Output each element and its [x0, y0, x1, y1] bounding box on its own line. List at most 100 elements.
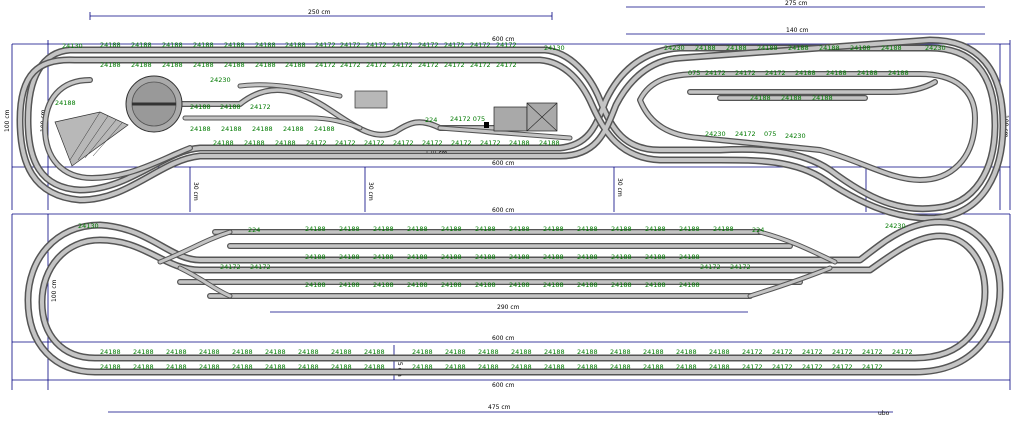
label-piece: 24188 — [676, 363, 697, 371]
label-piece: 24188 — [220, 103, 241, 111]
label-piece: 24188 — [193, 61, 214, 69]
label-piece: 24188 — [881, 44, 902, 52]
label-piece: 24188 — [252, 125, 273, 133]
label-piece: 24188 — [543, 253, 564, 261]
label-piece: 24188 — [812, 94, 833, 102]
label-piece: 24172 — [306, 139, 327, 147]
label-piece: 24188 — [232, 363, 253, 371]
label-piece: 24188 — [305, 253, 326, 261]
label-piece: 24172 — [422, 139, 443, 147]
label-piece: 24172 — [742, 348, 763, 356]
dim-upper-bottom-width: 600 cm — [492, 160, 515, 167]
label-piece: 24188 — [364, 348, 385, 356]
label-piece: 24188 — [695, 44, 716, 52]
dim-lower-bottom-width: 600 cm — [492, 335, 515, 342]
label-piece: 24188 — [407, 253, 428, 261]
label-piece: 24188 — [131, 61, 152, 69]
label-piece: 24188 — [543, 225, 564, 233]
label-piece: 24172 — [705, 69, 726, 77]
label-piece: 24172 — [832, 363, 853, 371]
label-piece: 24188 — [298, 363, 319, 371]
label-piece: 24172 — [393, 139, 414, 147]
label-piece: 24188 — [285, 61, 306, 69]
label-piece: 24188 — [131, 41, 152, 49]
label-piece: 24130 — [62, 42, 83, 50]
label-piece: 24172 — [392, 41, 413, 49]
label-piece: 24130 — [544, 44, 565, 52]
label-piece: 24188 — [781, 94, 802, 102]
label-piece: 24172 — [470, 61, 491, 69]
label-piece: 24188 — [577, 363, 598, 371]
dim-lower-base-width: 475 cm — [488, 404, 511, 411]
label-piece: 24172 — [392, 61, 413, 69]
label-piece: 24188 — [133, 348, 154, 356]
label-piece: 24188 — [643, 363, 664, 371]
label-piece: 075 — [764, 130, 776, 138]
dim-right-inner-width: 140 cm — [786, 27, 809, 34]
label-piece: 24188 — [199, 348, 220, 356]
label-piece: 24188 — [199, 363, 220, 371]
label-piece: 24230 — [705, 130, 726, 138]
label-piece: 24188 — [676, 348, 697, 356]
label-piece: 24188 — [283, 125, 304, 133]
label-piece: 24188 — [509, 253, 530, 261]
label-piece: 24188 — [850, 44, 871, 52]
label-piece: 24188 — [610, 363, 631, 371]
label-piece: 24172 — [220, 263, 241, 271]
label-piece: 24188 — [509, 281, 530, 289]
dim-upper-height-left: 100 cm — [4, 109, 11, 132]
label-piece: 24188 — [645, 225, 666, 233]
label-piece: 24188 — [611, 281, 632, 289]
label-piece: 24172 — [418, 61, 439, 69]
label-piece: 24188 — [475, 281, 496, 289]
label-piece: 24188 — [100, 363, 121, 371]
label-piece: 24188 — [441, 225, 462, 233]
label-piece: 24230 — [210, 76, 231, 84]
label-piece: 24188 — [709, 363, 730, 371]
label-piece: 24172 — [340, 61, 361, 69]
label-piece: 24188 — [888, 69, 909, 77]
label-piece: 24188 — [445, 363, 466, 371]
label-piece: 24172 — [340, 41, 361, 49]
label-piece: 24188 — [339, 225, 360, 233]
label-piece: 24188 — [795, 69, 816, 77]
label-piece: 24188 — [244, 139, 265, 147]
label-piece: 24188 — [511, 348, 532, 356]
label-piece: 24172 — [772, 363, 793, 371]
label-piece: 24188 — [475, 225, 496, 233]
label-piece: 24188 — [166, 363, 187, 371]
label-piece: 24188 — [645, 281, 666, 289]
label-piece: 24188 — [265, 363, 286, 371]
label-piece: 24172 — [335, 139, 356, 147]
label-piece: 24188 — [643, 348, 664, 356]
label-piece: 24188 — [339, 253, 360, 261]
label-piece: 24188 — [224, 41, 245, 49]
label-piece: 24188 — [407, 225, 428, 233]
label-piece: 24172 — [862, 348, 883, 356]
label-piece: 224 — [425, 116, 437, 124]
label-piece: 24188 — [788, 44, 809, 52]
label-piece: 24172 — [742, 363, 763, 371]
label-piece: 24188 — [543, 281, 564, 289]
dim-top-width: 250 cm — [308, 9, 331, 16]
label-piece: 24188 — [679, 281, 700, 289]
label-piece: 24172 — [832, 348, 853, 356]
label-piece: 24188 — [441, 253, 462, 261]
label-piece: 24188 — [539, 139, 560, 147]
label-piece: 24188 — [826, 69, 847, 77]
label-piece: 24188 — [726, 44, 747, 52]
label-piece: 24172 — [315, 41, 336, 49]
label-piece: 24188 — [162, 61, 183, 69]
label-piece: 24188 — [441, 281, 462, 289]
label-piece: 224 — [248, 226, 260, 234]
label-piece: 24230 — [885, 222, 906, 230]
label-piece: 24172 — [496, 41, 517, 49]
label-piece: 24188 — [750, 94, 771, 102]
label-piece: 24188 — [298, 348, 319, 356]
label-piece: 24172 — [366, 41, 387, 49]
label-piece: 24188 — [314, 125, 335, 133]
label-piece: 24188 — [679, 253, 700, 261]
label-piece: 24188 — [162, 41, 183, 49]
label-piece: 24188 — [407, 281, 428, 289]
label-piece: 24188 — [511, 363, 532, 371]
